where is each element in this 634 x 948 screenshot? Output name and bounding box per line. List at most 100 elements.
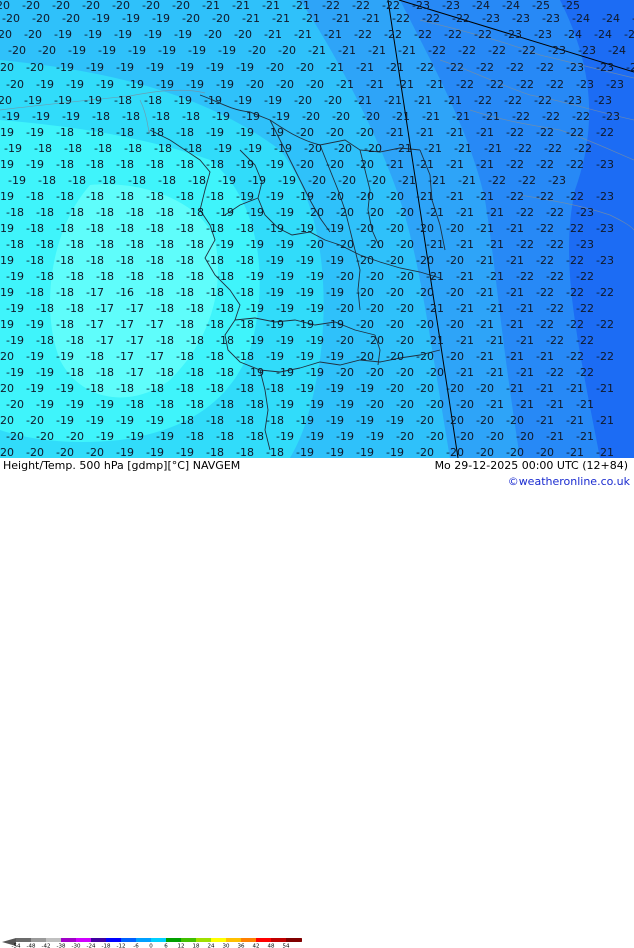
temperature-label: -18 <box>236 382 254 395</box>
temperature-label: -19 <box>266 286 284 299</box>
temperature-label: -22 <box>516 238 534 251</box>
temperature-label: -24 <box>626 61 634 74</box>
temperature-label: -21 <box>444 94 462 107</box>
temperature-label: -21 <box>476 158 494 171</box>
copyright-link[interactable]: ©weatheronline.co.uk <box>508 475 630 488</box>
temperature-label: -21 <box>396 78 414 91</box>
temperature-label: -21 <box>546 398 564 411</box>
temperature-label: -23 <box>576 238 594 251</box>
temperature-label: -23 <box>594 94 612 107</box>
temperature-label: -20 <box>364 142 382 155</box>
temperature-label: -20 <box>416 414 434 427</box>
temperature-label: -21 <box>426 78 444 91</box>
temperature-label: -19 <box>326 414 344 427</box>
temperature-label: -23 <box>596 158 614 171</box>
temperature-label: -20 <box>336 206 354 219</box>
temperature-label: -21 <box>506 286 524 299</box>
temperature-label: -19 <box>62 110 80 123</box>
temperature-label: -18 <box>26 254 44 267</box>
temperature-label: -19 <box>236 158 254 171</box>
temperature-label: -20 <box>32 12 50 25</box>
temperature-label: -22 <box>452 12 470 25</box>
temperature-label: -22 <box>414 28 432 41</box>
temperature-label: -21 <box>456 302 474 315</box>
temperature-label: -20 <box>426 430 444 443</box>
temperature-label: -20 <box>22 0 40 12</box>
temperature-label: -18 <box>86 190 104 203</box>
temperature-label: -18 <box>176 414 194 427</box>
temperature-label: -21 <box>338 44 356 57</box>
temperature-label: -18 <box>176 190 194 203</box>
temperature-label: -22 <box>576 270 594 283</box>
colorbar-swatch <box>196 938 211 942</box>
temperature-label: -18 <box>128 174 146 187</box>
temperature-label: -18 <box>236 254 254 267</box>
temperature-label: -19 <box>156 430 174 443</box>
temperature-label: -19 <box>26 318 44 331</box>
temperature-label: -19 <box>276 238 294 251</box>
temperature-label: -19 <box>246 238 264 251</box>
temperature-label: -21 <box>546 430 564 443</box>
temperature-label: -18 <box>56 286 74 299</box>
temperature-label: -20 <box>326 126 344 139</box>
temperature-label: -19 <box>246 334 264 347</box>
temperature-label: -18 <box>236 350 254 363</box>
colorbar-label: -30 <box>72 944 81 948</box>
temperature-label: -24 <box>564 28 582 41</box>
temperature-label: -21 <box>426 206 444 219</box>
temperature-label: -20 <box>112 0 130 12</box>
temperature-label: -18 <box>122 110 140 123</box>
temperature-label: -20 <box>476 446 494 458</box>
temperature-label: -21 <box>398 44 416 57</box>
temperature-label: -18 <box>216 398 234 411</box>
temperature-label: -21 <box>536 414 554 427</box>
temperature-label: -21 <box>362 12 380 25</box>
temperature-label: -20 <box>356 158 374 171</box>
temperature-label: -20 <box>326 190 344 203</box>
temperature-label: -19 <box>188 44 206 57</box>
temperature-label: -19 <box>204 94 222 107</box>
temperature-label: -20 <box>446 446 464 458</box>
temperature-label: -20 <box>366 398 384 411</box>
temperature-label: -18 <box>86 254 104 267</box>
temperature-label: -18 <box>36 238 54 251</box>
temperature-label: -19 <box>218 174 236 187</box>
temperature-label: -20 <box>396 302 414 315</box>
temperature-label: -22 <box>572 110 590 123</box>
temperature-label: -21 <box>386 158 404 171</box>
temperature-label: -22 <box>574 142 592 155</box>
colorbar-label: -18 <box>102 944 111 948</box>
temperature-label: -19 <box>26 158 44 171</box>
temperature-label: -21 <box>486 398 504 411</box>
temperature-label: -23 <box>576 206 594 219</box>
map-panel[interactable]: -20-20-20-20-20-20-20-21-21-21-21-22-22-… <box>0 0 634 458</box>
temperature-label: -24 <box>472 0 490 12</box>
temperature-label: -20 <box>234 28 252 41</box>
temperature-label: -18 <box>206 446 224 458</box>
temperature-label: -23 <box>548 174 566 187</box>
temperature-label: -18 <box>206 318 224 331</box>
temperature-label: -21 <box>386 126 404 139</box>
temperature-label: -23 <box>602 110 620 123</box>
temperature-label: -22 <box>506 190 524 203</box>
temperature-label: -19 <box>86 414 104 427</box>
temperature-label: -21 <box>454 142 472 155</box>
temperature-label: -20 <box>396 206 414 219</box>
temperature-label: -20 <box>396 366 414 379</box>
temperature-label: -18 <box>158 174 176 187</box>
temperature-label: -19 <box>246 206 264 219</box>
temperature-label: -20 <box>36 430 54 443</box>
temperature-label: -19 <box>336 398 354 411</box>
temperature-label: -18 <box>38 174 56 187</box>
temperature-label: -19 <box>218 44 236 57</box>
temperature-label: -22 <box>474 28 492 41</box>
temperature-label: -23 <box>596 222 614 235</box>
temperature-label: -18 <box>184 142 202 155</box>
colorbar-swatch <box>61 938 76 942</box>
temperature-label: -21 <box>446 158 464 171</box>
temperature-label: -21 <box>486 302 504 315</box>
colorbar-swatch <box>241 938 256 942</box>
temperature-label: -19 <box>216 238 234 251</box>
temperature-label: -20 <box>416 350 434 363</box>
temperature-label: -22 <box>512 110 530 123</box>
